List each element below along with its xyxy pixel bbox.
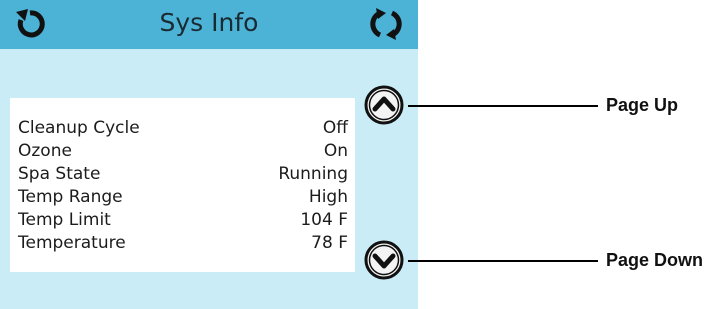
title-bar: Sys Info [0, 0, 418, 49]
info-row-spa-state: Spa State Running [18, 164, 348, 188]
info-label: Spa State [18, 164, 101, 184]
page-up-button[interactable] [363, 84, 405, 126]
info-panel: Cleanup Cycle Off Ozone On Spa State Run… [10, 98, 355, 272]
info-value: Off [322, 118, 348, 138]
info-row-temp-limit: Temp Limit 104 F [18, 210, 348, 234]
info-value: On [323, 141, 348, 161]
info-row-ozone: Ozone On [18, 141, 348, 165]
page-up-leader-line [408, 105, 598, 107]
refresh-icon[interactable] [366, 6, 406, 42]
sys-info-screen: Sys Info Cleanup Cycle Off Ozone On Spa … [0, 0, 418, 309]
info-label: Temperature [18, 233, 126, 253]
info-row-temperature: Temperature 78 F [18, 233, 348, 257]
page-down-callout: Page Down [606, 250, 704, 270]
page-down-leader-line [408, 260, 598, 262]
page-up-callout: Page Up [606, 95, 679, 115]
info-row-cleanup-cycle: Cleanup Cycle Off [18, 118, 348, 142]
info-row-temp-range: Temp Range High [18, 187, 348, 211]
info-value: 104 F [300, 210, 348, 230]
info-value: Running [278, 164, 348, 184]
info-label: Temp Range [18, 187, 123, 207]
info-label: Temp Limit [18, 210, 111, 230]
info-value: 78 F [311, 233, 348, 253]
page-title: Sys Info [159, 8, 259, 37]
info-label: Ozone [18, 141, 72, 161]
info-label: Cleanup Cycle [18, 118, 140, 138]
info-value: High [308, 187, 348, 207]
page-down-button[interactable] [363, 239, 405, 281]
